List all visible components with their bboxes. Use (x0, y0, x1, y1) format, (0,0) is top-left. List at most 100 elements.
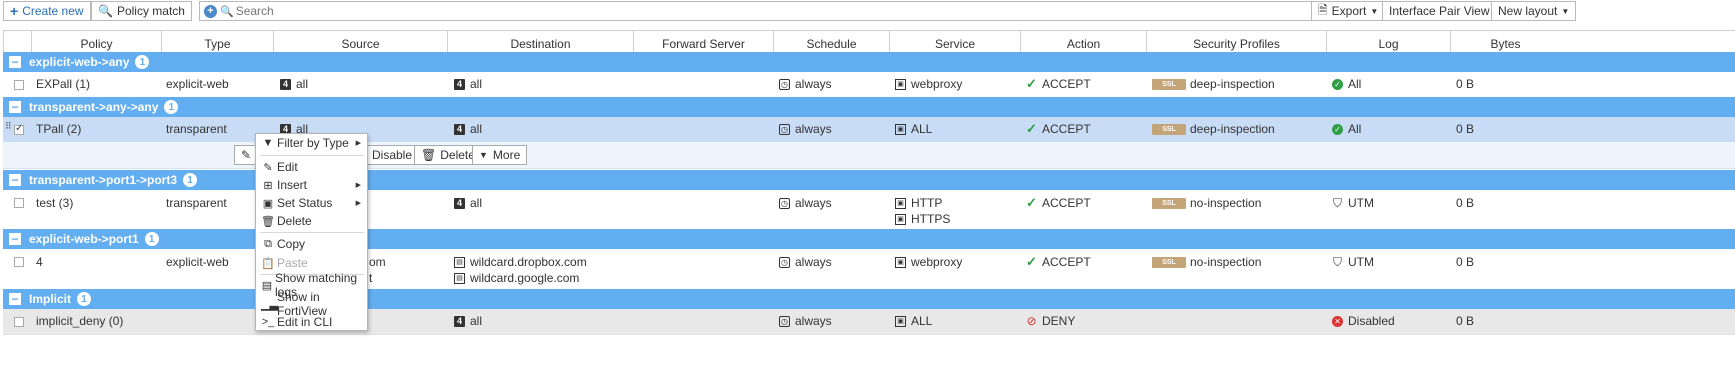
collapse-icon[interactable]: − (9, 233, 21, 245)
security-profile[interactable]: SSL no-inspection (1152, 254, 1261, 270)
table-row[interactable]: EXPall (1) explicit-web 4 all 4 all ◷ alway… (3, 72, 1735, 98)
log-label: All (1348, 77, 1362, 91)
policy-type: explicit-web (166, 255, 229, 269)
group-count-badge: 1 (164, 100, 179, 114)
add-filter-icon[interactable]: + (204, 4, 217, 18)
address-icon: 4 (280, 78, 291, 90)
log-value: ✓ All (1332, 121, 1361, 137)
row-checkbox[interactable] (14, 257, 24, 267)
group-label: explicit-web->any (29, 55, 130, 69)
collapse-icon[interactable]: − (9, 293, 21, 305)
service-icon: ▣ (895, 315, 906, 327)
new-layout-button[interactable]: New layout ▼ (1491, 1, 1577, 21)
schedule-item[interactable]: ◷ always (779, 195, 832, 211)
group-count-badge: 1 (77, 292, 92, 306)
service-icon: ▣ (895, 213, 906, 225)
schedule-icon: ◷ (779, 197, 790, 209)
service-label: webproxy (911, 77, 963, 91)
row-checkbox[interactable] (14, 80, 24, 90)
interface-pair-view-button[interactable]: Interface Pair View ▼ (1382, 1, 1509, 21)
schedule-item[interactable]: ◷ always (779, 76, 832, 92)
status-icon: ▣ (262, 197, 274, 210)
more-button[interactable]: ▼ More (472, 145, 528, 165)
menu-item-edit[interactable]: ✎ Edit (256, 158, 367, 176)
log-value: ✕ Disabled (1332, 313, 1395, 329)
ssl-badge-icon: SSL (1152, 123, 1186, 135)
group-header[interactable]: − explicit-web->any 1 (3, 52, 1735, 72)
destination-item[interactable]: 4 all (454, 195, 482, 211)
more-label: More (492, 148, 521, 162)
service-item[interactable]: ▣ HTTPS (895, 211, 950, 227)
bytes-value: 0 B (1456, 196, 1475, 210)
service-label: HTTPS (911, 212, 951, 226)
service-item[interactable]: ▣ webproxy (895, 254, 962, 270)
source-item[interactable]: 4 all (280, 76, 308, 92)
collapse-icon[interactable]: − (9, 56, 21, 68)
menu-item-insert[interactable]: ⊞ Insert ▶ (256, 176, 367, 194)
service-item[interactable]: ▣ ALL (895, 313, 932, 329)
destination-item[interactable]: 4 all (454, 121, 482, 137)
service-item[interactable]: ▣ ALL (895, 121, 932, 137)
schedule-icon: ◷ (779, 123, 790, 135)
menu-label: Delete (277, 214, 312, 228)
menu-separator (260, 232, 364, 233)
bytes-value: 0 B (1456, 77, 1475, 91)
destination-item[interactable]: 4 all (454, 76, 482, 92)
disable-button[interactable]: Disable (366, 145, 420, 165)
menu-item-set-status[interactable]: ▣ Set Status ▶ (256, 194, 367, 212)
schedule-label: always (795, 196, 832, 210)
collapse-icon[interactable]: − (9, 101, 21, 113)
collapse-icon[interactable]: − (9, 174, 21, 186)
menu-label: Edit in CLI (277, 315, 333, 329)
schedule-item[interactable]: ◷ always (779, 254, 832, 270)
destination-item[interactable]: ▤ wildcard.dropbox.com (454, 254, 587, 270)
service-icon: ▣ (895, 123, 906, 135)
destination-item[interactable]: 4 all (454, 313, 482, 329)
schedule-item[interactable]: ◷ always (779, 121, 832, 137)
service-item[interactable]: ▣ HTTP (895, 195, 942, 211)
profile-label: no-inspection (1190, 255, 1262, 269)
source-label: all (296, 77, 309, 91)
menu-item-delete[interactable]: 🗑 Delete (256, 212, 367, 230)
menu-item-edit-in-cli[interactable]: >_ Edit in CLI (256, 313, 367, 331)
schedule-item[interactable]: ◷ always (779, 313, 832, 329)
drag-handle-icon[interactable]: ⠿ (5, 121, 12, 132)
menu-separator (260, 155, 364, 156)
create-new-button[interactable]: + Create new (3, 1, 91, 21)
menu-item-filter-by-type[interactable]: ▼ Filter by Type ▶ (256, 134, 367, 152)
security-profile[interactable]: SSL deep-inspection (1152, 121, 1275, 137)
row-checkbox[interactable] (14, 123, 24, 135)
log-value: ⛉ UTM (1332, 254, 1374, 270)
action-label: ACCEPT (1042, 77, 1091, 91)
new-layout-label: New layout (1498, 4, 1558, 18)
security-profile[interactable]: SSL deep-inspection (1152, 76, 1275, 92)
destination-item[interactable]: ▤ wildcard.google.com (454, 270, 579, 286)
checkmark-icon: ✓ (1026, 195, 1037, 210)
destination-label: wildcard.google.com (470, 271, 580, 285)
policy-type: transparent (166, 122, 227, 136)
group-header[interactable]: − transparent->any->any 1 (3, 97, 1735, 117)
chevron-down-icon: ▼ (479, 150, 488, 160)
menu-item-paste: 📋 Paste (256, 254, 367, 272)
row-checkbox[interactable] (14, 198, 24, 208)
menu-item-copy[interactable]: ⧉ Copy (256, 235, 367, 253)
search-input[interactable] (233, 4, 1338, 18)
toolbar: + Create new 🔍 Policy match + 🔍 🔍 🗎 Expo… (0, 0, 1735, 24)
group-count-badge: 1 (144, 232, 159, 246)
export-button[interactable]: 🗎 Export ▼ (1311, 1, 1386, 21)
policy-type: explicit-web (166, 77, 229, 91)
menu-item-show-in-fortiview[interactable]: ▁▃ Show in FortiView (256, 290, 367, 318)
service-item[interactable]: ▣ webproxy (895, 76, 962, 92)
pencil-icon: ✎ (263, 161, 273, 174)
destination-label: all (470, 77, 483, 91)
security-profile[interactable]: SSL no-inspection (1152, 195, 1261, 211)
submenu-arrow-icon: ▶ (355, 200, 361, 207)
row-checkbox[interactable] (14, 317, 24, 327)
deny-icon: ⊘ (1026, 314, 1037, 328)
bytes-value: 0 B (1456, 255, 1475, 269)
policy-name: 4 (36, 255, 43, 269)
policy-match-button[interactable]: 🔍 Policy match (91, 1, 192, 21)
address-icon: 4 (454, 78, 465, 90)
source-label: t (369, 271, 373, 285)
group-label: transparent->any->any (29, 100, 159, 114)
